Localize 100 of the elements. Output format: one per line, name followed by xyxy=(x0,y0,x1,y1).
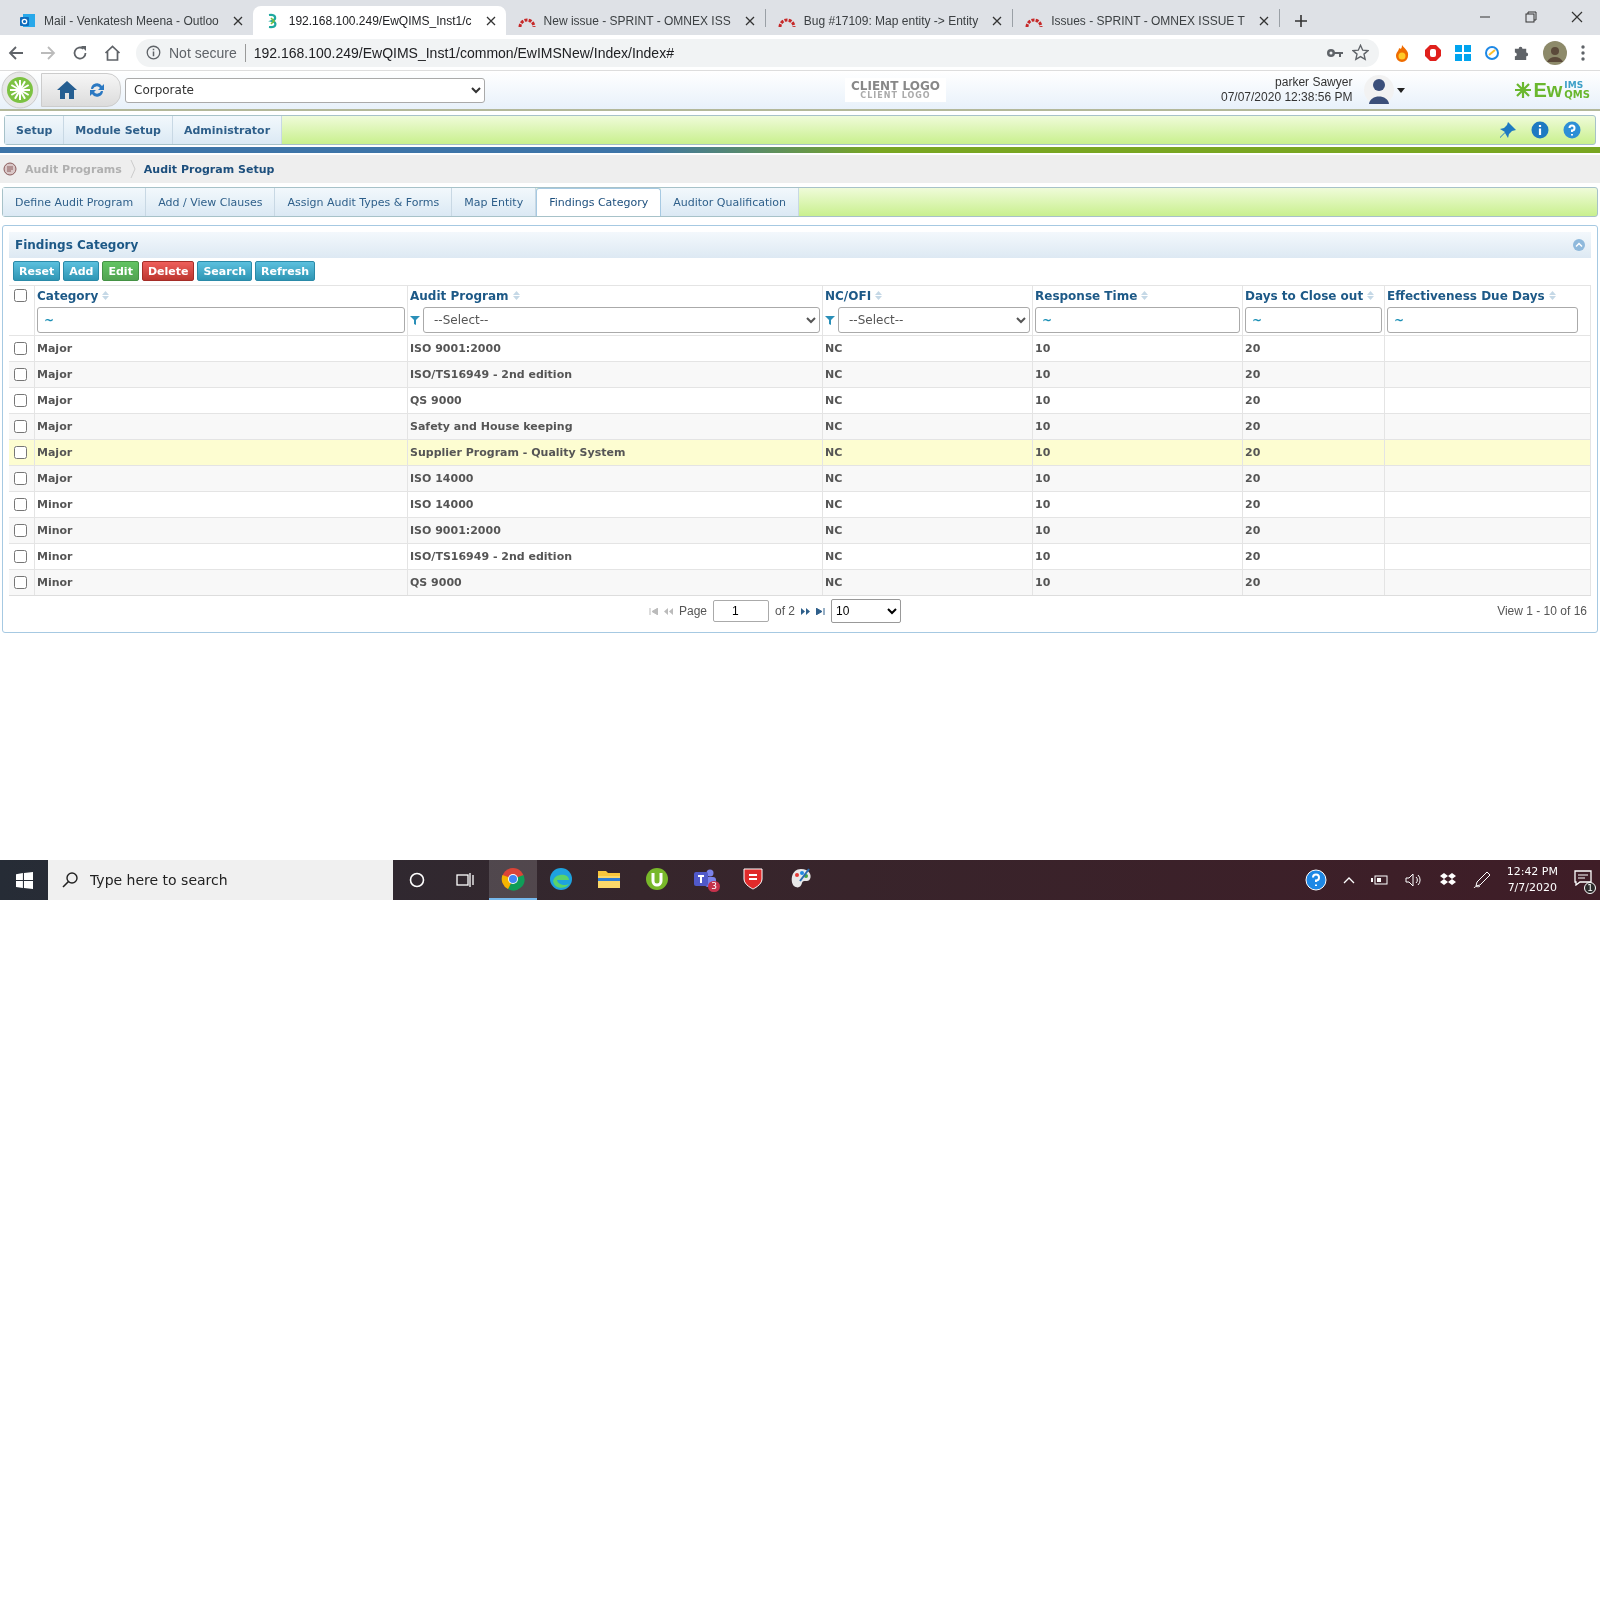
checkbox[interactable] xyxy=(14,342,27,355)
checkbox[interactable] xyxy=(14,524,27,537)
close-icon[interactable] xyxy=(744,15,755,26)
tab[interactable]: Assign Audit Types & Forms xyxy=(275,188,453,216)
pen-icon[interactable] xyxy=(1472,871,1491,889)
home-icon[interactable] xyxy=(56,80,78,100)
tab[interactable]: Auditor Qualification xyxy=(661,188,800,216)
filter-field[interactable]: ~ xyxy=(1035,307,1240,333)
filter-icon[interactable] xyxy=(825,315,835,325)
checkbox[interactable] xyxy=(14,368,27,381)
table-row[interactable]: Major ISO 9001:2000 NC 10 20 xyxy=(9,335,1591,361)
site-select[interactable]: Corporate xyxy=(125,77,485,103)
user-avatar-icon[interactable] xyxy=(1364,74,1395,106)
checkbox[interactable] xyxy=(14,420,27,433)
tab[interactable]: Findings Category xyxy=(536,188,662,216)
table-row[interactable]: Major ISO 14000 NC 10 20 xyxy=(9,465,1591,491)
taskbar-search-box[interactable]: Type here to search xyxy=(48,860,393,900)
tab[interactable]: Map Entity xyxy=(452,188,537,216)
cortana-icon[interactable] xyxy=(409,872,425,888)
torrent-icon[interactable] xyxy=(645,867,669,891)
checkbox[interactable] xyxy=(14,289,27,302)
clock-time[interactable]: 12:42 PM xyxy=(1506,864,1558,880)
table-row[interactable]: Minor QS 9000 NC 10 20 xyxy=(9,569,1591,595)
pin-icon[interactable] xyxy=(1499,121,1517,139)
filter-select[interactable]: --Select-- xyxy=(838,307,1030,333)
browser-tab[interactable]: Mail - Venkatesh Meena - Outloo xyxy=(8,6,253,35)
info-icon[interactable] xyxy=(146,45,161,60)
clock-date[interactable]: 7/7/2020 xyxy=(1506,880,1558,896)
tab[interactable]: Add / View Clauses xyxy=(146,188,276,216)
windows-icon[interactable] xyxy=(1455,44,1471,61)
checkbox[interactable] xyxy=(14,498,27,511)
volume-icon[interactable] xyxy=(1404,873,1423,887)
caret-icon[interactable] xyxy=(1397,87,1406,93)
puzzle-icon[interactable] xyxy=(1513,44,1530,61)
checkbox[interactable] xyxy=(14,576,27,589)
table-row[interactable]: Minor ISO/TS16949 - 2nd edition NC 10 20 xyxy=(9,543,1591,569)
checkbox[interactable] xyxy=(14,550,27,563)
column-header[interactable]: Days to Close out xyxy=(1245,288,1364,303)
stop-hand-icon[interactable] xyxy=(1424,43,1442,62)
address-bar[interactable]: Not secure 192.168.100.249/EwQIMS_Inst1/common/EwIMSNew/Index/Index# xyxy=(136,38,1379,67)
chevron-up-icon[interactable] xyxy=(1342,876,1355,884)
column-header[interactable]: Effectiveness Due Days xyxy=(1387,288,1545,303)
refresh-icon[interactable] xyxy=(88,81,106,99)
flame-icon[interactable] xyxy=(1393,43,1411,62)
new-tab-icon[interactable] xyxy=(1293,14,1308,28)
tab[interactable]: Define Audit Program xyxy=(3,188,147,216)
notification-icon[interactable] xyxy=(1574,870,1592,886)
task-view-icon[interactable] xyxy=(456,872,474,888)
reload-icon[interactable] xyxy=(72,44,88,61)
menu-item[interactable]: Setup xyxy=(5,116,65,144)
last-page-icon[interactable] xyxy=(816,607,826,615)
table-row[interactable]: Major ISO/TS16949 - 2nd edition NC 10 20 xyxy=(9,361,1591,387)
browser-tab[interactable]: New issue - SPRINT - OMNEX ISS xyxy=(505,6,765,35)
close-icon[interactable] xyxy=(1258,15,1269,26)
column-header[interactable]: Category xyxy=(37,288,99,303)
menu-item[interactable]: Administrator xyxy=(173,116,283,144)
filter-field[interactable]: ~ xyxy=(1387,307,1578,333)
page-field[interactable]: 1 xyxy=(713,600,770,622)
shield-icon[interactable] xyxy=(742,867,764,891)
page-size-select[interactable]: 10 xyxy=(831,599,902,623)
checkbox[interactable] xyxy=(14,446,27,459)
table-row[interactable]: Major QS 9000 NC 10 20 xyxy=(9,387,1591,413)
avatar-icon[interactable] xyxy=(1543,40,1567,65)
close-icon[interactable] xyxy=(992,15,1003,26)
column-header[interactable]: Audit Program xyxy=(410,288,509,303)
filter-field[interactable]: ~ xyxy=(37,307,405,333)
filter-select[interactable]: --Select-- xyxy=(423,307,820,333)
info-icon[interactable] xyxy=(1531,121,1549,139)
battery-icon[interactable] xyxy=(1370,874,1389,886)
taskbar-search-field[interactable]: Type here to search xyxy=(88,871,393,889)
close-icon[interactable] xyxy=(485,15,496,26)
table-row[interactable]: Major Supplier Program - Quality System NC 10 20 xyxy=(9,439,1591,465)
browser-icon[interactable] xyxy=(501,867,525,891)
next-page-icon[interactable] xyxy=(801,607,811,615)
dropbox-icon[interactable] xyxy=(1438,872,1457,888)
column-header[interactable]: Response Time xyxy=(1035,288,1138,303)
panel-title: Findings Category xyxy=(15,238,139,252)
table-row[interactable]: Minor ISO 14000 NC 10 20 xyxy=(9,491,1591,517)
browser-tab[interactable]: 192.168.100.249/EwQIMS_Inst1/c xyxy=(252,6,506,35)
more-icon[interactable] xyxy=(1580,43,1586,62)
table-row[interactable]: Minor ISO 9001:2000 NC 10 20 xyxy=(9,517,1591,543)
start-icon[interactable] xyxy=(15,871,33,889)
menu-item[interactable]: Module Setup xyxy=(64,116,173,144)
filter-field[interactable]: ~ xyxy=(1245,307,1382,333)
toolbar-button[interactable]: Delete xyxy=(141,261,195,281)
star-icon[interactable] xyxy=(1352,44,1369,61)
close-icon[interactable] xyxy=(232,15,243,26)
edge-icon[interactable] xyxy=(549,867,573,891)
folder-icon[interactable] xyxy=(597,868,621,890)
table-row[interactable]: Major Safety and House keeping NC 10 20 xyxy=(9,413,1591,439)
home-icon[interactable] xyxy=(103,44,121,61)
browser-tab[interactable]: Bug #17109: Map entity -> Entity xyxy=(765,6,1013,35)
checkbox[interactable] xyxy=(14,394,27,407)
column-header[interactable]: NC/OFI xyxy=(825,288,872,303)
help-icon[interactable] xyxy=(1304,869,1327,891)
checkbox[interactable] xyxy=(14,472,27,485)
browser-tab[interactable]: Issues - SPRINT - OMNEX ISSUE T xyxy=(1013,6,1279,35)
filter-icon[interactable] xyxy=(410,315,420,325)
key-icon[interactable] xyxy=(1326,46,1344,59)
back-icon[interactable] xyxy=(8,44,24,61)
